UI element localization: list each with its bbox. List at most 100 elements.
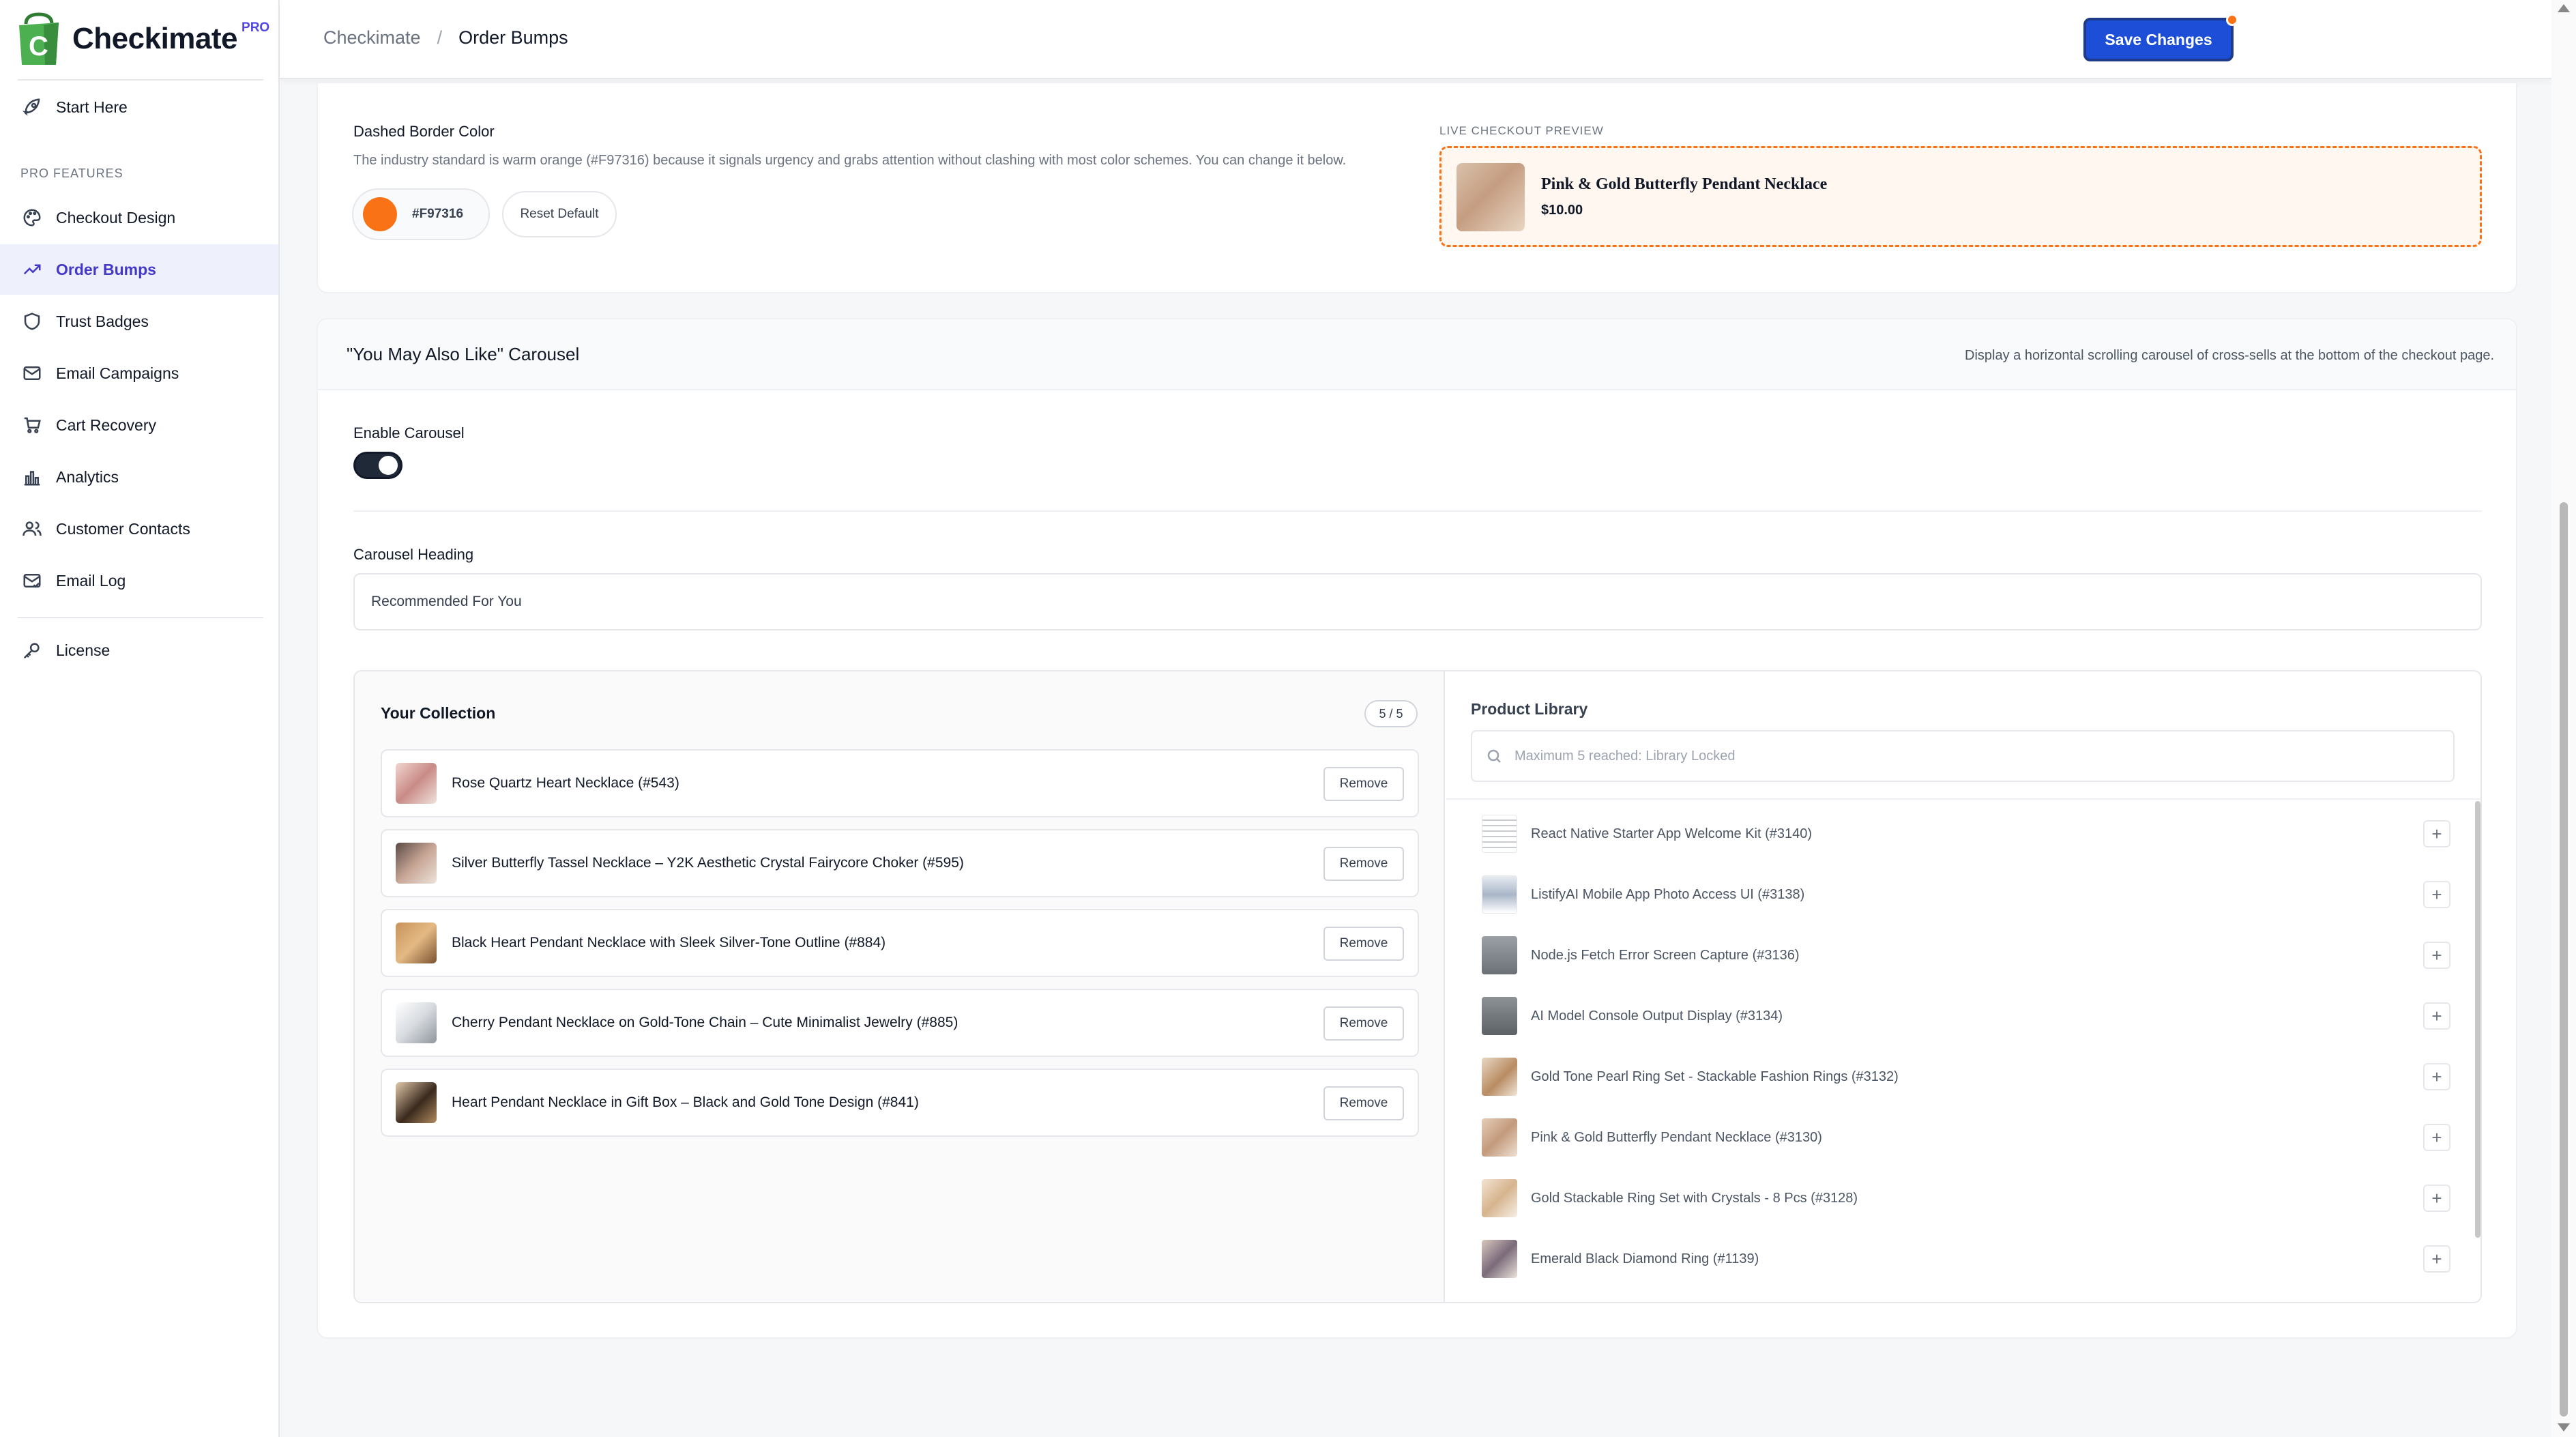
color-picker[interactable]: #F97316 [352,188,490,240]
toggle-knob [379,456,398,475]
add-button[interactable]: + [2423,881,2450,908]
remove-button[interactable]: Remove [1323,767,1404,801]
carousel-heading-input[interactable]: Recommended For You [353,573,2482,630]
remove-button[interactable]: Remove [1323,1086,1404,1120]
mail-check-icon [23,574,41,588]
color-swatch[interactable] [363,197,397,231]
sidebar-item-email-log[interactable]: Email Log [0,555,278,606]
enable-carousel-label: Enable Carousel [353,424,465,441]
pro-badge: PRO [241,20,270,35]
library-item: AI Model Console Output Display (#3134) … [1482,986,2450,1046]
mail-icon [23,366,41,380]
library-item-name: Pink & Gold Butterfly Pendant Necklace (… [1531,1129,1822,1145]
library-item-name: Gold Tone Pearl Ring Set - Stackable Fas… [1531,1069,1899,1084]
library-item: ListifyAI Mobile App Photo Access UI (#3… [1482,865,2450,925]
brand[interactable]: C Checkimate PRO [16,10,269,68]
scroll-down-arrow-icon[interactable] [2558,1423,2570,1432]
sidebar-item-label: Cart Recovery [56,416,156,434]
product-thumbnail [396,923,437,963]
library-item-name: React Native Starter App Welcome Kit (#3… [1531,826,1813,841]
search-icon [1487,749,1501,763]
palette-icon [23,209,41,227]
product-thumbnail [1482,936,1517,974]
sidebar-item-trust-badges[interactable]: Trust Badges [0,296,278,347]
reset-default-button[interactable]: Reset Default [502,191,617,237]
preview-product-price: $10.00 [1541,203,1583,218]
library-item: Gold Stackable Ring Set with Crystals - … [1482,1168,2450,1228]
add-button[interactable]: + [2423,1063,2450,1090]
remove-button[interactable]: Remove [1323,927,1404,961]
preview-product-title: Pink & Gold Butterfly Pendant Necklace [1541,175,1828,193]
library-item: Emerald Black Diamond Ring (#1139) + [1482,1229,2450,1289]
save-changes-button[interactable]: Save Changes [2083,18,2234,61]
product-thumbnail [396,763,437,804]
add-button[interactable]: + [2423,942,2450,969]
carousel-title: "You May Also Like" Carousel [347,344,580,364]
collection-item-name: Silver Butterfly Tassel Necklace – Y2K A… [452,855,964,871]
collection-item-name: Cherry Pendant Necklace on Gold-Tone Cha… [452,1015,958,1030]
library-item-name: Emerald Black Diamond Ring (#1139) [1531,1251,1759,1266]
key-icon [23,643,40,659]
add-button[interactable]: + [2423,1124,2450,1151]
product-library-title: Product Library [1471,700,1588,718]
product-thumbnail [1482,815,1517,853]
svg-text:C: C [29,31,48,61]
product-thumbnail [1482,1058,1517,1096]
library-item-name: Gold Stackable Ring Set with Crystals - … [1531,1190,1858,1206]
add-button[interactable]: + [2423,1002,2450,1030]
add-button[interactable]: + [2423,1185,2450,1212]
library-scrollbar[interactable] [2475,801,2480,1238]
users-icon [23,521,42,536]
breadcrumb-current: Order Bumps [458,27,568,48]
trending-up-icon [23,264,41,275]
scroll-up-arrow-icon[interactable] [2558,4,2570,12]
rocket-icon [22,98,40,116]
sidebar-item-customer-contacts[interactable]: Customer Contacts [0,504,278,554]
library-item-name: ListifyAI Mobile App Photo Access UI (#3… [1531,886,1805,902]
live-preview-label: LIVE CHECKOUT PREVIEW [1439,124,1604,137]
sidebar-item-label: Email Log [56,571,126,590]
sidebar-item-cart-recovery[interactable]: Cart Recovery [0,400,278,450]
live-checkout-preview: Pink & Gold Butterfly Pendant Necklace $… [1439,146,2482,247]
carousel-description: Display a horizontal scrolling carousel … [1965,348,2494,363]
sidebar-item-email-campaigns[interactable]: Email Campaigns [0,348,278,398]
sidebar-item-label: Start Here [56,98,128,116]
sidebar-item-license[interactable]: License [0,625,278,676]
cart-icon [24,417,41,433]
product-thumbnail [1482,997,1517,1035]
section-divider [353,510,2482,512]
product-thumbnail [396,1082,437,1123]
remove-button[interactable]: Remove [1323,1006,1404,1041]
sidebar: C Checkimate PRO Start Here PRO FEATURES… [0,0,280,1437]
enable-carousel-toggle[interactable] [353,452,402,479]
bar-chart-icon [24,471,40,486]
breadcrumb-root[interactable]: Checkimate [323,27,421,48]
sidebar-item-analytics[interactable]: Analytics [0,452,278,502]
sidebar-item-checkout-design[interactable]: Checkout Design [0,192,278,243]
sidebar-item-label: Trust Badges [56,312,149,330]
sidebar-item-label: Email Campaigns [56,364,179,382]
shield-icon [24,313,40,330]
sidebar-item-label: Customer Contacts [56,519,190,538]
remove-button[interactable]: Remove [1323,847,1404,881]
border-color-description: The industry standard is warm orange (#F… [353,153,1347,168]
collection-item-name: Black Heart Pendant Necklace with Sleek … [452,935,886,950]
library-divider [1446,798,2480,800]
collection-library-panel: Your Collection 5 / 5 Rose Quartz Heart … [353,670,2482,1303]
your-collection-title: Your Collection [381,704,496,722]
add-button[interactable]: + [2423,1245,2450,1273]
unsaved-indicator-dot [2226,14,2238,26]
library-search-input[interactable]: Maximum 5 reached: Library Locked [1471,730,2455,782]
pro-features-heading: PRO FEATURES [20,166,123,180]
collection-item: Black Heart Pendant Necklace with Sleek … [381,909,1419,977]
collection-item-name: Heart Pendant Necklace in Gift Box – Bla… [452,1094,919,1110]
add-button[interactable]: + [2423,820,2450,847]
sidebar-item-order-bumps[interactable]: Order Bumps [0,244,278,295]
library-item-name: Node.js Fetch Error Screen Capture (#313… [1531,947,1800,963]
sidebar-divider [18,79,263,81]
sidebar-item-start-here[interactable]: Start Here [0,82,278,132]
sidebar-item-label: Analytics [56,467,119,486]
page-scrollbar-thumb[interactable] [2560,502,2568,1417]
sidebar-item-label: Checkout Design [56,208,176,227]
product-thumbnail [1482,1240,1517,1278]
